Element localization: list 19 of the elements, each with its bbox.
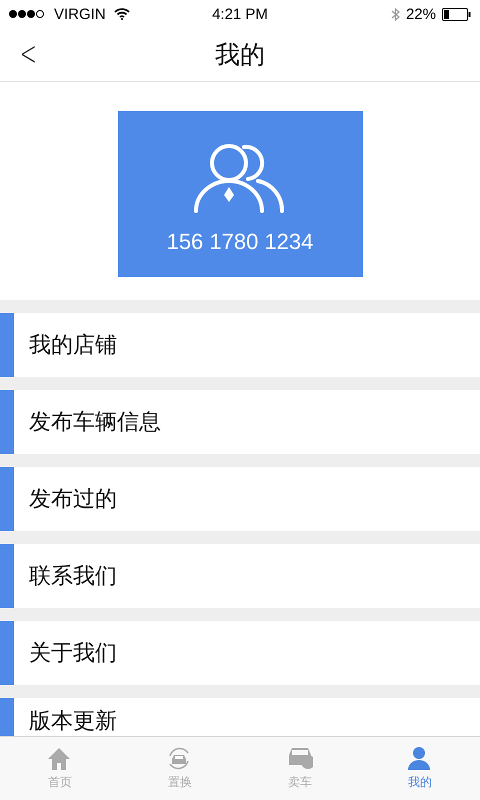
menu-item[interactable]: 我的店铺 [0,313,480,377]
person-icon [407,746,433,772]
page-title: 我的 [215,40,265,71]
battery-level: 22% [406,6,436,22]
wifi-icon [114,8,130,20]
menu-item[interactable]: 联系我们 [0,544,480,608]
phone-number: 156 1780 1234 [166,229,314,255]
carrier-name: VIRGIN [54,6,106,22]
back-button[interactable]: < [16,34,40,74]
battery-icon [442,8,472,20]
signal-icon [8,9,46,19]
menu-item[interactable]: 发布车辆信息 [0,390,480,454]
menu-item[interactable]: 发布过的 [0,467,480,531]
menu-item[interactable]: 关于我们 [0,621,480,685]
home-icon [47,746,73,772]
tab[interactable]: 我的 [360,737,480,800]
menu-item[interactable]: 版本更新 [0,698,480,736]
bluetooth-icon [390,6,400,22]
clock: 4:21 PM [212,6,268,22]
